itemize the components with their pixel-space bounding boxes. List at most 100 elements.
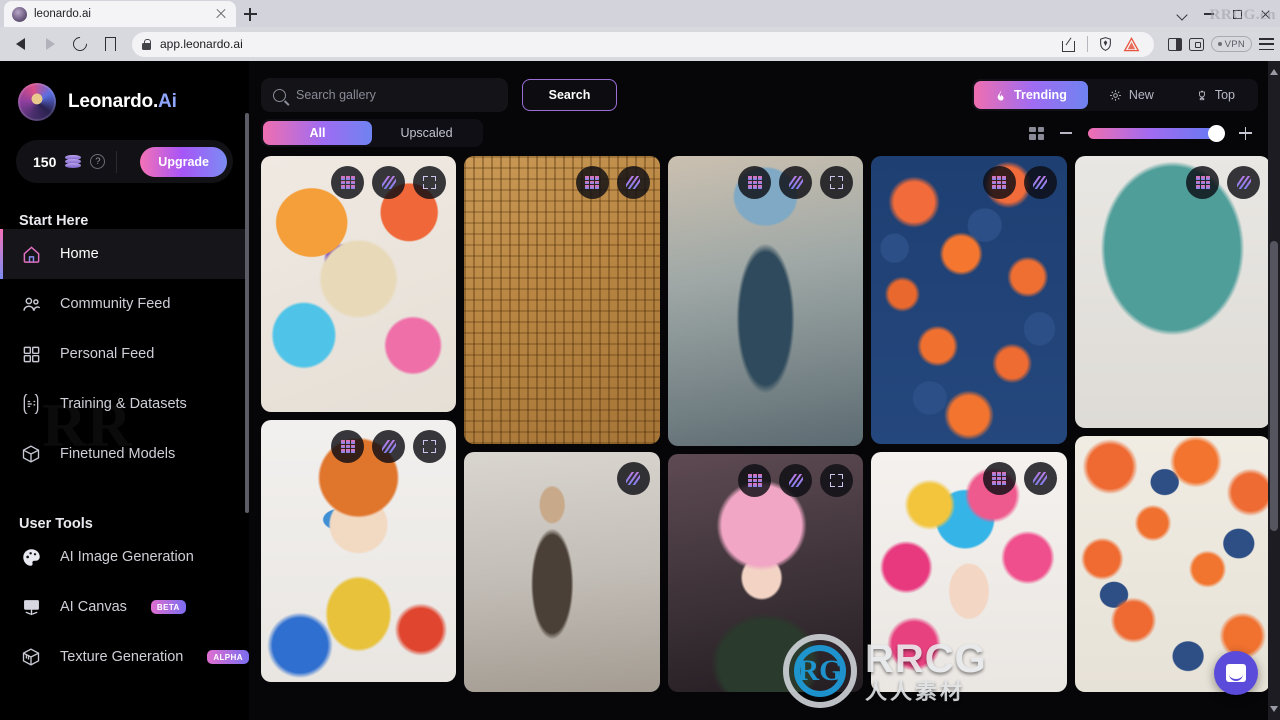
forward-button[interactable] [36,30,64,58]
maximize-button[interactable] [1224,3,1250,25]
zoom-slider[interactable] [1088,124,1225,142]
search-button[interactable]: Search [522,79,617,111]
variation-button[interactable] [372,430,406,463]
tab-strip: leonardo.ai RRCG.cn [0,0,1280,27]
minimize-button[interactable] [1196,3,1222,25]
upscale-button[interactable] [331,166,365,199]
sidebar-item-home[interactable]: Home [0,229,249,279]
sidebar-item-ai-image-generation[interactable]: AI Image Generation [0,532,249,582]
gallery-card-watercolor-lion-with-sunglasses[interactable] [261,156,457,412]
upscale-button[interactable] [738,464,772,497]
card-actions [982,166,1057,199]
back-button[interactable] [6,30,34,58]
sidebar-item-community-feed[interactable]: Community Feed [0,279,249,329]
chevron-down-icon[interactable] [1172,3,1194,25]
chat-launcher-button[interactable] [1214,651,1258,695]
upscale-button[interactable] [575,166,609,199]
search-box[interactable] [261,78,508,112]
bookmark-icon[interactable] [96,30,124,58]
zoom-slider-knob[interactable] [1208,124,1225,142]
gallery-card-dark-fantasy-lady-character-sheet[interactable] [464,452,660,692]
sidebar-item-training-datasets[interactable]: Training & Datasets [0,379,249,429]
leonardo-logo-icon [18,83,56,121]
help-icon[interactable]: ? [90,154,106,169]
upscale-button[interactable] [982,462,1016,495]
sidebar-item-personal-feed[interactable]: Personal Feed [0,329,249,379]
close-window-button[interactable] [1252,3,1278,25]
main-content: Search Trending New Top [249,61,1280,720]
gallery-card-egyptian-hieroglyph-wall[interactable] [464,156,660,444]
sort-new[interactable]: New [1088,81,1175,109]
app-sidebar: RR Leonardo.Ai 150 ? Upgrade Start Here … [0,61,249,720]
upgrade-button[interactable]: Upgrade [140,146,227,177]
new-tab-button[interactable] [236,1,264,27]
address-bar[interactable]: app.leonardo.ai [132,31,1154,57]
variation-icon [1033,472,1048,485]
gallery-card-girl-with-blue-glasses-colorful-hoodie[interactable] [261,420,457,682]
sidebar-item-label: Personal Feed [60,346,155,362]
menu-icon[interactable] [1259,38,1274,50]
page-scrollbar[interactable] [1268,61,1280,720]
share-icon[interactable] [1061,37,1077,52]
sidebar-item-label: Community Feed [60,296,171,312]
browser-tab[interactable]: leonardo.ai [4,1,236,27]
search-input[interactable] [296,88,496,102]
vpn-toggle[interactable]: VPN [1210,36,1252,52]
variation-icon [788,176,803,189]
brave-shields-icon[interactable] [1098,36,1113,52]
gallery-column [667,156,864,692]
upscale-button[interactable] [1186,166,1220,199]
card-actions [1186,166,1261,199]
zoom-controls [1029,124,1258,142]
sidebar-group-start-here: Start Here [19,213,89,229]
zoom-in-button[interactable] [1239,126,1252,140]
wallet-icon[interactable] [1188,37,1204,51]
gallery-card-pink-haired-fantasy-girl[interactable] [667,454,864,692]
variation-button[interactable] [779,166,813,199]
window-controls [1172,1,1280,27]
close-icon[interactable] [214,7,228,21]
sidebar-item-texture-generation[interactable]: Texture Generation ALPHA [0,632,249,682]
scrollbar-thumb[interactable] [1270,241,1278,531]
sidebar-item-label: Texture Generation [60,649,184,665]
gallery-card-blue-haired-warrior-character-sheet[interactable] [667,156,864,446]
filter-upscaled[interactable]: Upscaled [372,121,481,145]
easel-icon [19,595,43,619]
sort-trending[interactable]: Trending [974,81,1088,109]
filter-all[interactable]: All [263,121,372,145]
brave-lion-icon[interactable] [1123,36,1140,52]
upscale-button[interactable] [738,166,772,199]
gallery-card-koala-riding-bicycle-illustration[interactable] [1074,156,1271,428]
scroll-down-icon[interactable] [1270,706,1278,714]
chat-bubble-icon [1226,664,1246,682]
gallery-card-orange-blue-floral-pattern-dark[interactable] [871,156,1067,444]
expand-button[interactable] [413,430,447,463]
sidebar-item-finetuned-models[interactable]: Finetuned Models [0,429,249,479]
expand-button[interactable] [820,464,854,497]
variation-button[interactable] [372,166,406,199]
sidebar-item-label: AI Image Generation [60,549,194,565]
scroll-up-icon[interactable] [1270,67,1278,75]
variation-button[interactable] [779,464,813,497]
expand-button[interactable] [413,166,447,199]
variation-button[interactable] [616,166,650,199]
gallery-toolbar: Search Trending New Top [249,61,1280,156]
variation-button[interactable] [1023,462,1057,495]
reload-button[interactable] [66,30,94,58]
upscale-button[interactable] [982,166,1016,199]
sidebar-item-ai-canvas[interactable]: AI Canvas BETA [0,582,249,632]
grid-density-icon[interactable] [1029,126,1044,140]
gallery-card-rainbow-hair-doll-portrait[interactable] [871,452,1067,692]
brand[interactable]: Leonardo.Ai [0,61,249,121]
upscale-icon [992,176,1007,189]
variation-button[interactable] [1023,166,1057,199]
artwork-image [667,156,864,446]
expand-button[interactable] [820,166,854,199]
zoom-out-button[interactable] [1060,132,1072,134]
upscale-button[interactable] [331,430,365,463]
sidepanel-icon[interactable] [1167,37,1182,51]
sort-top[interactable]: Top [1175,81,1256,109]
variation-button[interactable] [616,462,650,495]
variation-button[interactable] [1227,166,1261,199]
cube-icon [19,442,43,466]
